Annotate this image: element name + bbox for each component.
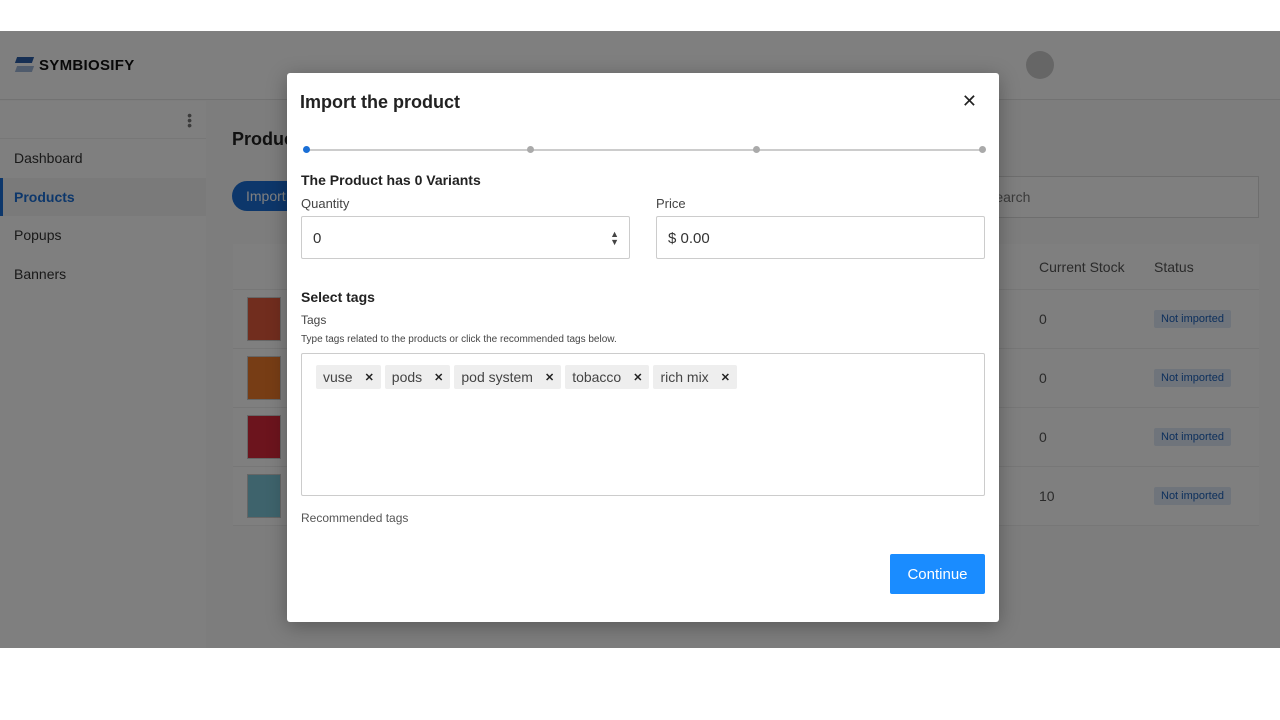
tag-label: tobacco — [572, 369, 622, 385]
tag-label: vuse — [323, 369, 353, 385]
remove-tag-icon[interactable]: ✕ — [633, 371, 642, 384]
step-4[interactable] — [979, 146, 986, 153]
tag-chip: pods ✕ — [384, 365, 451, 389]
continue-button[interactable]: Continue — [890, 554, 985, 594]
price-input[interactable]: $ 0.00 — [656, 216, 985, 259]
import-product-modal: Import the product ✕ The Product has 0 V… — [287, 73, 999, 622]
close-icon[interactable]: ✕ — [962, 91, 977, 112]
tags-input[interactable]: vuse ✕ pods ✕ pod system ✕ tobacco ✕ rich mi… — [301, 353, 985, 496]
remove-tag-icon[interactable]: ✕ — [434, 371, 443, 384]
tag-label: rich mix — [660, 369, 709, 385]
tag-chip: rich mix ✕ — [653, 365, 737, 389]
quantity-input[interactable]: 0 ▲ ▼ — [301, 216, 630, 259]
modal-title: Import the product — [300, 92, 460, 112]
tag-label: pods — [391, 369, 423, 385]
remove-tag-icon[interactable]: ✕ — [545, 371, 554, 384]
quantity-value: 0 — [313, 230, 322, 247]
remove-tag-icon[interactable]: ✕ — [721, 371, 730, 384]
recommended-tags-label: Recommended tags — [301, 511, 409, 525]
price-label: Price — [656, 196, 686, 211]
tag-chip: tobacco ✕ — [565, 365, 650, 389]
tags-hint: Type tags related to the products or cli… — [301, 334, 617, 345]
step-3[interactable] — [753, 146, 760, 153]
quantity-label: Quantity — [301, 196, 350, 211]
step-2[interactable] — [527, 146, 534, 153]
tags-label: Tags — [301, 313, 327, 327]
tag-label: pod system — [461, 369, 533, 385]
remove-tag-icon[interactable]: ✕ — [365, 371, 374, 384]
tag-chip: vuse ✕ — [316, 365, 381, 389]
step-1[interactable] — [303, 146, 310, 153]
variants-heading: The Product has 0 Variants — [301, 172, 481, 188]
progress-stepper — [303, 146, 986, 153]
tags-heading: Select tags — [301, 289, 375, 305]
stepper-arrows-icon[interactable]: ▲ ▼ — [610, 230, 619, 247]
tag-chip: pod system ✕ — [454, 365, 562, 389]
